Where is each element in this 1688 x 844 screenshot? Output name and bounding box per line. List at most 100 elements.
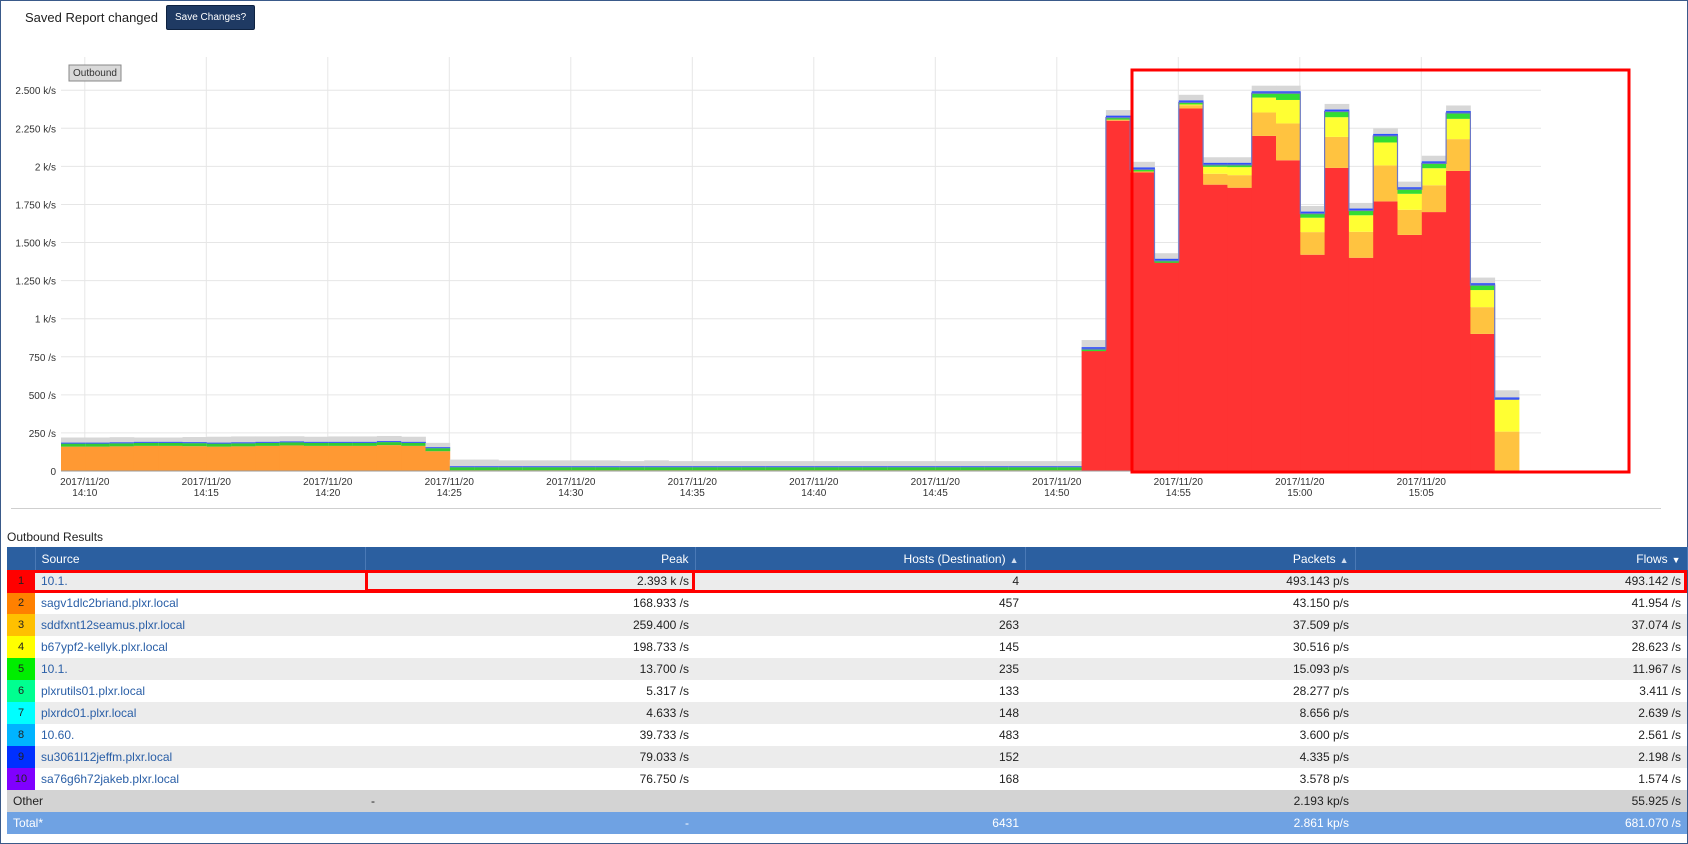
bar-series-2 — [206, 446, 232, 471]
bar-series-2 — [376, 445, 402, 471]
bar-series-3 — [1397, 209, 1423, 235]
x-tick-date: 2017/11/20 — [1397, 477, 1447, 488]
peak-column-header[interactable]: Peak — [365, 547, 696, 570]
peak-cell: 2.393 k /s — [365, 570, 695, 592]
peak-cell: 168.933 /s — [365, 592, 695, 614]
rank-swatch: 2 — [7, 592, 35, 614]
x-tick-date: 2017/11/20 — [1275, 477, 1325, 488]
rank-column-header — [7, 547, 36, 570]
bar-series-5 — [984, 467, 1010, 471]
total-row: Total* - 6431 2.861 kp/s 681.070 /s — [7, 812, 1687, 834]
section-divider — [11, 508, 1661, 509]
other-peak: - — [365, 790, 695, 812]
source-link[interactable]: 10.1. — [35, 658, 365, 680]
bar-series-5 — [935, 467, 961, 471]
hosts-cell: 483 — [695, 724, 1025, 746]
x-tick-time: 14:40 — [801, 488, 826, 499]
table-row[interactable]: 7 plxrdc01.plxr.local 4.633 /s 148 8.656 p/s… — [7, 702, 1687, 724]
bar-series-3 — [1348, 231, 1374, 258]
bar-series-9 — [717, 466, 742, 468]
bar-series-9 — [984, 466, 1010, 468]
bar-series-3 — [1276, 123, 1301, 161]
bar-series-3 — [1324, 136, 1350, 168]
bar-series-3 — [1300, 232, 1325, 255]
flows-cell: 493.142 /s — [1355, 570, 1687, 592]
bar-series-5 — [474, 467, 499, 471]
bar-series-5 — [206, 443, 232, 447]
bar-series-9 — [498, 466, 524, 468]
y-tick-label: 0 — [50, 467, 56, 478]
table-row[interactable]: 9 su3061l12jeffm.plxr.local 79.033 /s 152 4.… — [7, 746, 1687, 768]
y-tick-label: 250 /s — [29, 429, 56, 440]
table-row[interactable]: 5 10.1. 13.700 /s 235 15.093 p/s 11.967 /s — [7, 658, 1687, 680]
total-label: Total* — [7, 812, 365, 834]
total-packets: 2.861 kp/s — [1025, 812, 1355, 834]
bar-series-9 — [158, 441, 183, 443]
report-topbar: Saved Report changed Save Changes? — [25, 4, 256, 30]
y-tick-label: 1.750 k/s — [15, 200, 56, 211]
bar-series-5 — [1397, 189, 1423, 194]
bar-series-5 — [304, 442, 329, 446]
flows-cell: 11.967 /s — [1355, 658, 1687, 680]
packets-cell: 28.277 p/s — [1025, 680, 1355, 702]
source-link[interactable]: su3061l12jeffm.plxr.local — [35, 746, 365, 768]
x-tick-time: 14:20 — [315, 488, 340, 499]
bar-series-9 — [231, 442, 256, 444]
bar-series-5 — [182, 443, 208, 447]
x-tick-date: 2017/11/20 — [668, 477, 718, 488]
bar-series-4 — [1373, 142, 1398, 166]
bar-series-4 — [1348, 215, 1374, 232]
series-tooltip-label: Outbound — [73, 68, 117, 79]
packets-cell: 15.093 p/s — [1025, 658, 1355, 680]
source-column-header[interactable]: Source — [35, 547, 366, 570]
source-link[interactable]: sa76g6h72jakeb.plxr.local — [35, 768, 365, 790]
packets-cell: 8.656 p/s — [1025, 702, 1355, 724]
bar-series-5 — [1251, 93, 1277, 98]
bar-series-1 — [1470, 333, 1496, 471]
x-tick-time: 14:15 — [194, 488, 219, 499]
x-tick-time: 14:45 — [923, 488, 948, 499]
source-link[interactable]: 10.1. — [35, 570, 365, 592]
other-label: Other — [7, 790, 365, 812]
packets-column-header[interactable]: Packets ▲︎ — [1025, 547, 1356, 570]
bar-series-2 — [425, 451, 451, 471]
bar-series-5 — [133, 442, 159, 446]
source-link[interactable]: 10.60. — [35, 724, 365, 746]
source-link[interactable]: b67ypf2-kellyk.plxr.local — [35, 636, 365, 658]
hosts-cell: 168 — [695, 768, 1025, 790]
hosts-column-header[interactable]: Hosts (Destination) ▲︎ — [695, 547, 1026, 570]
bar-series-5 — [109, 443, 135, 447]
source-link[interactable]: plxrdc01.plxr.local — [35, 702, 365, 724]
table-row[interactable]: 2 sagv1dlc2briand.plxr.local 168.933 /s 457… — [7, 592, 1687, 614]
bar-series-2 — [109, 446, 135, 471]
bar-series-4 — [1421, 168, 1447, 186]
other-hosts — [695, 790, 1025, 812]
save-changes-button[interactable]: Save Changes? — [165, 4, 256, 30]
source-link[interactable]: plxrutils01.plxr.local — [35, 680, 365, 702]
table-row[interactable]: 4 b67ypf2-kellyk.plxr.local 198.733 /s 145 3… — [7, 636, 1687, 658]
bar-series-5 — [449, 467, 475, 471]
table-row[interactable]: 1 10.1. 2.393 k /s 4 493.143 p/s 493.142 /s — [7, 570, 1687, 592]
bar-series-5 — [644, 467, 669, 471]
bar-series-9 — [1008, 466, 1034, 468]
bar-series-5 — [668, 467, 694, 471]
table-row[interactable]: 3 sddfxnt12seamus.plxr.local 259.400 /s 263… — [7, 614, 1687, 636]
bar-series-5 — [1300, 213, 1325, 218]
bar-series-4 — [1470, 290, 1496, 308]
x-tick-time: 14:30 — [558, 488, 583, 499]
flows-column-header[interactable]: Flows ▼ — [1355, 547, 1688, 570]
table-row[interactable]: 8 10.60. 39.733 /s 483 3.600 p/s 2.561 /s — [7, 724, 1687, 746]
table-row[interactable]: 6 plxrutils01.plxr.local 5.317 /s 133 28.277… — [7, 680, 1687, 702]
bar-series-9 — [304, 441, 329, 443]
source-link[interactable]: sagv1dlc2briand.plxr.local — [35, 592, 365, 614]
bar-series-3 — [1373, 165, 1398, 202]
source-link[interactable]: sddfxnt12seamus.plxr.local — [35, 614, 365, 636]
x-tick-date: 2017/11/20 — [1154, 477, 1204, 488]
outbound-traffic-chart[interactable]: 0 250 /s 500 /s 750 /s 1 k/s 1.250 k/s 1.500 k… — [1, 45, 1688, 505]
packets-cell: 493.143 p/s — [1025, 570, 1355, 592]
total-flows: 681.070 /s — [1355, 812, 1687, 834]
bar-series-2 — [231, 446, 256, 471]
bar-series-3 — [1178, 105, 1204, 109]
table-row[interactable]: 10 sa76g6h72jakeb.plxr.local 76.750 /s 168 3… — [7, 768, 1687, 790]
rank-swatch: 3 — [7, 614, 35, 636]
